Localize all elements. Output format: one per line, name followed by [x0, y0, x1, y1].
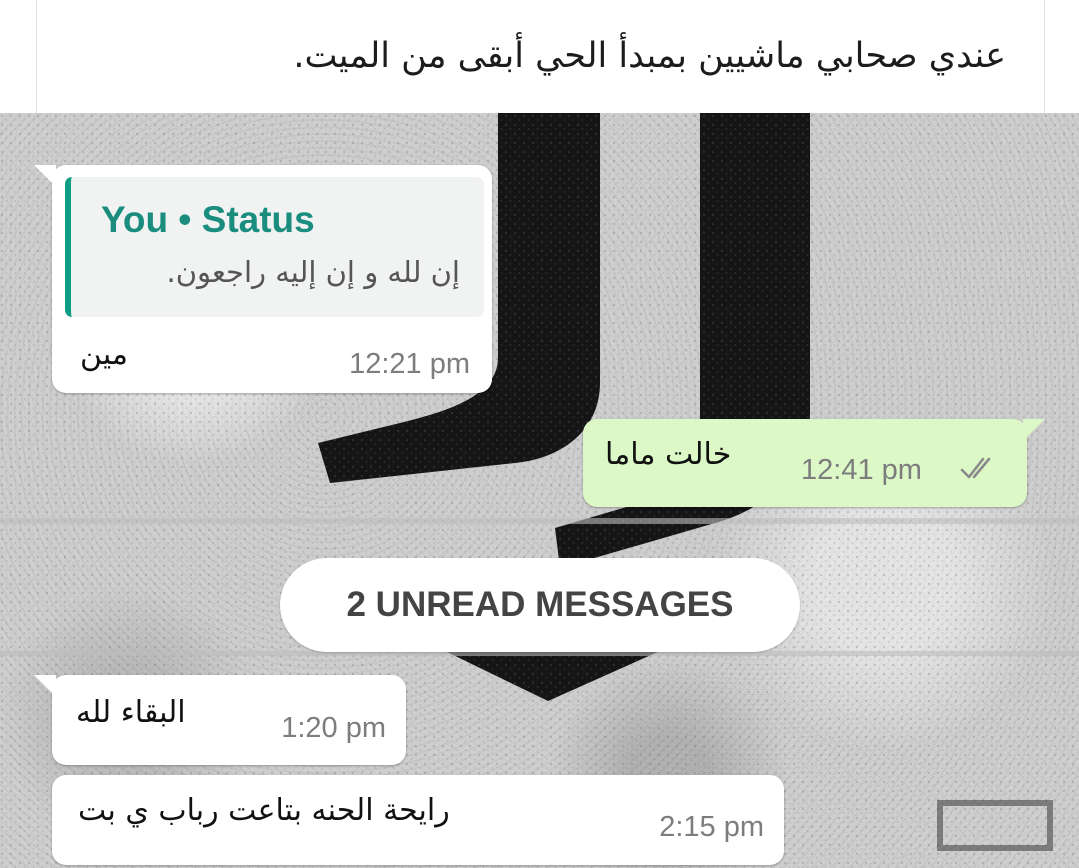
quoted-author: You • Status [101, 199, 315, 240]
bubble-tail [34, 675, 56, 697]
message-time: 1:20 pm [281, 712, 386, 744]
message-text: خالت ماما [605, 437, 732, 472]
message-time: 12:41 pm [801, 454, 922, 486]
post-caption-card: عندي صحابي ماشيين بمبدأ الحي أبقى من الم… [36, 0, 1045, 113]
message-time: 12:21 pm [349, 348, 470, 380]
message-time: 2:15 pm [659, 811, 764, 843]
message-text: مين [80, 337, 128, 372]
bubble-tail [34, 165, 56, 187]
quoted-status[interactable]: You • Status إن لله و إن إليه راجعون. [65, 177, 484, 317]
message-bubble-outgoing[interactable]: خالت ماما 12:41 pm [583, 419, 1045, 507]
unread-messages-divider: 2 UNREAD MESSAGES [280, 558, 800, 652]
bubble-tail [1023, 419, 1045, 441]
message-text: رايحة الحنه بتاعت رباب ي بت [78, 793, 450, 828]
message-text: البقاء لله [76, 695, 186, 730]
unread-messages-label: 2 UNREAD MESSAGES [346, 585, 734, 624]
message-bubble-incoming[interactable]: البقاء لله 1:20 pm [34, 675, 406, 765]
double-check-icon [960, 457, 991, 479]
quoted-text: إن لله و إن إليه راجعون. [166, 255, 460, 289]
chat-screenshot: You • Status إن لله و إن إليه راجعون. مي… [0, 113, 1079, 868]
message-bubble-incoming[interactable]: You • Status إن لله و إن إليه راجعون. مي… [34, 165, 492, 393]
message-bubble-incoming[interactable]: رايحة الحنه بتاعت رباب ي بت 2:15 pm [52, 775, 784, 865]
post-caption: عندي صحابي ماشيين بمبدأ الحي أبقى من الم… [293, 36, 1006, 76]
